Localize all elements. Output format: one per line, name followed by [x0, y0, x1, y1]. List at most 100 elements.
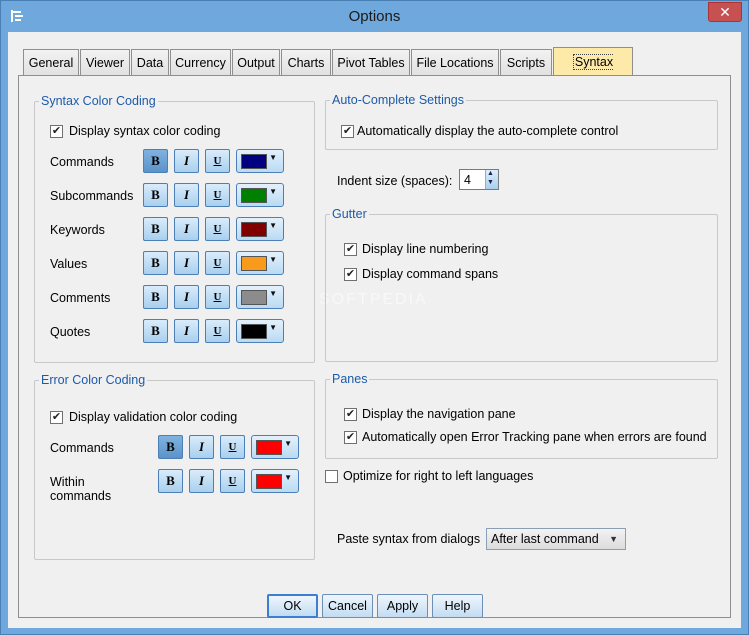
- color-picker[interactable]: ▼: [251, 469, 299, 493]
- indent-size-label: Indent size (spaces):: [337, 174, 453, 188]
- tab-charts[interactable]: Charts: [281, 49, 331, 76]
- display-validation-color-checkbox[interactable]: ✔: [50, 411, 63, 424]
- italic-button[interactable]: I: [174, 251, 199, 275]
- navigation-pane-checkbox[interactable]: ✔: [344, 408, 357, 421]
- group-legend: Auto-Complete Settings: [330, 93, 467, 107]
- italic-button[interactable]: I: [174, 319, 199, 343]
- ok-button[interactable]: OK: [267, 594, 318, 618]
- chevron-down-icon: ▼: [269, 255, 277, 264]
- bold-button[interactable]: B: [143, 319, 168, 343]
- error-tracking-checkbox[interactable]: ✔: [344, 431, 357, 444]
- close-button[interactable]: ✕: [708, 2, 742, 22]
- color-swatch: [241, 256, 267, 271]
- tab-currency[interactable]: Currency: [170, 49, 231, 76]
- row-label: Subcommands: [50, 189, 134, 203]
- indent-size-value: 4: [464, 173, 471, 187]
- bold-button[interactable]: B: [143, 217, 168, 241]
- row-label: Commands: [50, 441, 114, 455]
- syntax-color-coding-group: Syntax Color Coding ✔ Display syntax col…: [34, 94, 315, 363]
- row-label: Commands: [50, 155, 114, 169]
- underline-button[interactable]: U: [205, 319, 230, 343]
- syntax-editor-panel: SOFTPEDIA Syntax Color Coding ✔ Display …: [18, 75, 731, 618]
- rtl-checkbox[interactable]: [325, 470, 338, 483]
- tab-output[interactable]: Output: [232, 49, 280, 76]
- italic-button[interactable]: I: [189, 469, 214, 493]
- italic-button[interactable]: I: [189, 435, 214, 459]
- auto-complete-checkbox[interactable]: ✔: [341, 125, 354, 138]
- color-swatch: [256, 440, 282, 455]
- help-button[interactable]: Help: [432, 594, 483, 618]
- tab-pivot-tables[interactable]: Pivot Tables: [332, 49, 410, 76]
- underline-button[interactable]: U: [205, 183, 230, 207]
- underline-button[interactable]: U: [205, 285, 230, 309]
- title-bar[interactable]: Options ✕: [1, 1, 748, 31]
- color-picker[interactable]: ▼: [251, 435, 299, 459]
- color-swatch: [241, 222, 267, 237]
- color-swatch: [241, 154, 267, 169]
- color-swatch: [241, 290, 267, 305]
- color-picker[interactable]: ▼: [236, 319, 284, 343]
- chevron-down-icon: ▼: [269, 289, 277, 298]
- bold-button[interactable]: B: [143, 251, 168, 275]
- apply-button[interactable]: Apply: [377, 594, 428, 618]
- chevron-down-icon: ▼: [284, 439, 292, 448]
- command-spans-label: Display command spans: [362, 267, 499, 281]
- arrow-up-icon[interactable]: ▲: [487, 170, 494, 177]
- command-spans-checkbox[interactable]: ✔: [344, 268, 357, 281]
- color-picker[interactable]: ▼: [236, 251, 284, 275]
- arrow-down-icon[interactable]: ▼: [487, 179, 494, 186]
- cancel-button[interactable]: Cancel: [322, 594, 373, 618]
- navigation-pane-label: Display the navigation pane: [362, 407, 516, 421]
- chevron-down-icon: ▼: [609, 534, 618, 544]
- underline-button[interactable]: U: [205, 251, 230, 275]
- underline-button[interactable]: U: [220, 469, 245, 493]
- color-swatch: [241, 188, 267, 203]
- row-label: Keywords: [50, 223, 105, 237]
- panes-group: Panes ✔ Display the navigation pane ✔ Au…: [325, 372, 718, 459]
- group-legend: Syntax Color Coding: [39, 94, 158, 108]
- color-picker[interactable]: ▼: [236, 285, 284, 309]
- row-label: Quotes: [50, 325, 91, 339]
- bold-button[interactable]: B: [143, 183, 168, 207]
- error-tracking-label: Automatically open Error Tracking pane w…: [362, 430, 707, 444]
- underline-button[interactable]: U: [205, 217, 230, 241]
- display-syntax-color-checkbox[interactable]: ✔: [50, 125, 63, 138]
- paste-syntax-dropdown[interactable]: After last command ▼: [486, 528, 626, 550]
- color-picker[interactable]: ▼: [236, 217, 284, 241]
- chevron-down-icon: ▼: [269, 187, 277, 196]
- tab-syntax-editor[interactable]: Syntax Editor: [553, 47, 633, 98]
- underline-button[interactable]: U: [220, 435, 245, 459]
- spinner-buttons[interactable]: ▲ ▼: [485, 170, 498, 189]
- underline-button[interactable]: U: [205, 149, 230, 173]
- italic-button[interactable]: I: [174, 183, 199, 207]
- rtl-label: Optimize for right to left languages: [343, 469, 534, 483]
- display-syntax-color-label: Display syntax color coding: [69, 124, 221, 138]
- tab-viewer[interactable]: Viewer: [80, 49, 130, 76]
- tab-data[interactable]: Data: [131, 49, 169, 76]
- chevron-down-icon: ▼: [269, 153, 277, 162]
- display-validation-color-label: Display validation color coding: [69, 410, 238, 424]
- tab-general[interactable]: General: [23, 49, 79, 76]
- error-color-coding-group: Error Color Coding ✔ Display validation …: [34, 373, 315, 560]
- group-legend: Error Color Coding: [39, 373, 148, 387]
- row-label: Within commands: [50, 475, 112, 503]
- italic-button[interactable]: I: [174, 217, 199, 241]
- tab-file-locations[interactable]: File Locations: [411, 49, 499, 76]
- line-numbering-checkbox[interactable]: ✔: [344, 243, 357, 256]
- color-picker[interactable]: ▼: [236, 149, 284, 173]
- bold-button[interactable]: B: [158, 469, 183, 493]
- indent-size-spinner[interactable]: 4 ▲ ▼: [459, 169, 499, 190]
- italic-button[interactable]: I: [174, 149, 199, 173]
- color-picker[interactable]: ▼: [236, 183, 284, 207]
- bold-button[interactable]: B: [158, 435, 183, 459]
- group-legend: Panes: [330, 372, 370, 386]
- line-numbering-label: Display line numbering: [362, 242, 489, 256]
- italic-button[interactable]: I: [174, 285, 199, 309]
- color-swatch: [241, 324, 267, 339]
- bold-button[interactable]: B: [143, 149, 168, 173]
- bold-button[interactable]: B: [143, 285, 168, 309]
- auto-complete-label: Automatically display the auto-complete …: [357, 124, 619, 138]
- tab-scripts[interactable]: Scripts: [500, 49, 552, 76]
- auto-complete-group: Auto-Complete Settings ✔ Automatically d…: [325, 93, 718, 150]
- paste-syntax-value: After last command: [491, 532, 599, 546]
